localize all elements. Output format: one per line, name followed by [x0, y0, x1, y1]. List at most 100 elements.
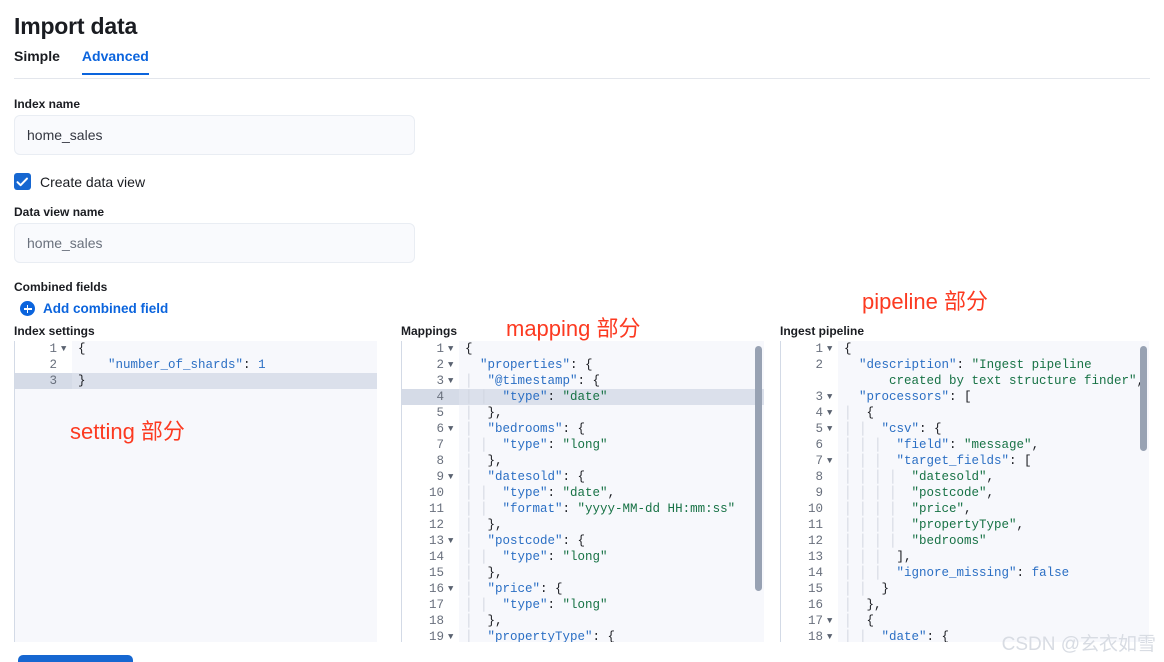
line-number: 4	[402, 389, 448, 405]
code-line: 5 │ },	[402, 405, 764, 421]
code-text: │ {	[844, 406, 875, 420]
fold-arrow-icon[interactable]: ▼	[448, 469, 459, 485]
code-line: 8 │ │ │ │ "datesold",	[781, 469, 1149, 485]
fold-spacer	[827, 469, 838, 485]
code-line: 1 ▼ {	[402, 341, 764, 357]
fold-spacer	[448, 405, 459, 421]
fold-arrow-icon[interactable]: ▼	[448, 421, 459, 437]
line-number: 1	[15, 341, 61, 357]
code-text: │ │ "format": "yyyy-MM-dd HH:mm:ss"	[465, 502, 736, 516]
create-data-view-label: Create data view	[40, 173, 146, 190]
ingest-pipeline-editor[interactable]: 1 ▼{2 "description": "Ingest pipeline cre…	[780, 341, 1149, 642]
code-text: │ │ │ "field": "message",	[844, 438, 1040, 452]
data-view-name-label: Data view name	[14, 205, 105, 219]
fold-spacer	[448, 517, 459, 533]
code-line: 13 │ │ │ ],	[781, 549, 1149, 565]
code-line: 3 ▼ │ "@timestamp": {	[402, 373, 764, 389]
fold-spacer	[827, 501, 838, 517]
index-name-input[interactable]	[14, 115, 415, 155]
ingest-pipeline-scrollbar[interactable]	[1140, 346, 1147, 451]
code-text: │ │ "type": "long"	[465, 438, 608, 452]
line-number: 13	[402, 533, 448, 549]
fold-arrow-icon[interactable]: ▼	[827, 453, 838, 469]
code-text: "number_of_shards": 1	[108, 358, 266, 372]
code-line: 14 │ │ "type": "long"	[402, 549, 764, 565]
code-lines: 1 ▼{2 ▼ "properties": {3 ▼ │ "@timestamp": {…	[402, 341, 764, 642]
index-settings-editor[interactable]: 1 ▼{2 "number_of_shards": 1 3}	[14, 341, 377, 642]
checkmark-icon	[14, 173, 31, 190]
tab-advanced[interactable]: Advanced	[81, 48, 149, 75]
line-number: 8	[402, 453, 448, 469]
tab-simple[interactable]: Simple	[14, 48, 60, 75]
code-text: │ "@timestamp": {	[465, 374, 601, 388]
code-lines: 1 ▼{2 "number_of_shards": 1 3}	[15, 341, 377, 389]
fold-arrow-icon[interactable]: ▼	[827, 389, 838, 405]
code-line: 1 ▼ {	[15, 341, 377, 357]
code-line: 16 ▼ │ "price": {	[402, 581, 764, 597]
code-text: │ │ "type": "long"	[465, 598, 608, 612]
line-number: 18	[402, 613, 448, 629]
fold-spacer	[827, 549, 838, 565]
code-line: 10 │ │ "type": "date",	[402, 485, 764, 501]
line-number: 11	[781, 517, 827, 533]
annotation-setting: setting 部分	[70, 419, 185, 444]
line-number: 2	[781, 357, 827, 373]
fold-arrow-icon[interactable]: ▼	[827, 341, 838, 357]
code-line: 17 ▼ │ {	[781, 613, 1149, 629]
fold-arrow-icon[interactable]: ▼	[61, 341, 72, 357]
fold-spacer	[448, 565, 459, 581]
fold-spacer	[827, 565, 838, 581]
fold-arrow-icon[interactable]: ▼	[448, 357, 459, 373]
line-number: 4	[781, 405, 827, 421]
code-text: "processors": [	[859, 390, 972, 404]
code-text: {	[78, 342, 86, 356]
fold-arrow-icon[interactable]: ▼	[827, 405, 838, 421]
create-data-view-checkbox[interactable]: Create data view	[14, 173, 145, 190]
code-text: │ "postcode": {	[465, 534, 586, 548]
mappings-editor[interactable]: 1 ▼{2 ▼ "properties": {3 ▼ │ "@timestamp": {…	[401, 341, 764, 642]
fold-spacer	[827, 517, 838, 533]
add-combined-field-button[interactable]: Add combined field	[20, 301, 168, 316]
code-line: 16 │ },	[781, 597, 1149, 613]
fold-spacer	[61, 373, 72, 389]
fold-spacer	[448, 389, 459, 405]
code-text: │ │ │ "target_fields": [	[844, 454, 1032, 468]
fold-arrow-icon[interactable]: ▼	[448, 629, 459, 642]
code-line: created by text structure finder",	[781, 373, 1149, 389]
code-line: 14 │ │ │ "ignore_missing": false	[781, 565, 1149, 581]
line-number: 3	[15, 373, 61, 389]
fold-arrow-icon[interactable]: ▼	[448, 533, 459, 549]
code-line: 12 │ │ │ │ "bedrooms"	[781, 533, 1149, 549]
fold-spacer	[827, 373, 838, 389]
line-number: 16	[402, 581, 448, 597]
line-number: 15	[402, 565, 448, 581]
line-number: 14	[402, 549, 448, 565]
fold-arrow-icon[interactable]: ▼	[827, 421, 838, 437]
fold-arrow-icon[interactable]: ▼	[448, 581, 459, 597]
fold-arrow-icon[interactable]: ▼	[827, 613, 838, 629]
fold-arrow-icon[interactable]: ▼	[827, 629, 838, 642]
line-number: 17	[781, 613, 827, 629]
line-number: 14	[781, 565, 827, 581]
mappings-scrollbar[interactable]	[755, 346, 762, 591]
line-number: 6	[781, 437, 827, 453]
code-text: created by text structure finder",	[889, 374, 1144, 388]
code-text: "properties": {	[480, 358, 593, 372]
code-line: 9 │ │ │ │ "postcode",	[781, 485, 1149, 501]
add-combined-field-label: Add combined field	[43, 301, 169, 316]
code-text: │ },	[465, 454, 503, 468]
code-line: 3}	[15, 373, 377, 389]
fold-arrow-icon[interactable]: ▼	[448, 341, 459, 357]
code-line: 7 │ │ "type": "long"	[402, 437, 764, 453]
import-button[interactable]	[18, 655, 133, 662]
fold-spacer	[827, 437, 838, 453]
code-line: 8 │ },	[402, 453, 764, 469]
fold-spacer	[448, 613, 459, 629]
line-number: 9	[781, 485, 827, 501]
line-number: 3	[402, 373, 448, 389]
line-number: 13	[781, 549, 827, 565]
code-line: 19 ▼ │ "propertyType": {	[402, 629, 764, 642]
fold-spacer	[827, 597, 838, 613]
data-view-name-input[interactable]	[14, 223, 415, 263]
fold-arrow-icon[interactable]: ▼	[448, 373, 459, 389]
